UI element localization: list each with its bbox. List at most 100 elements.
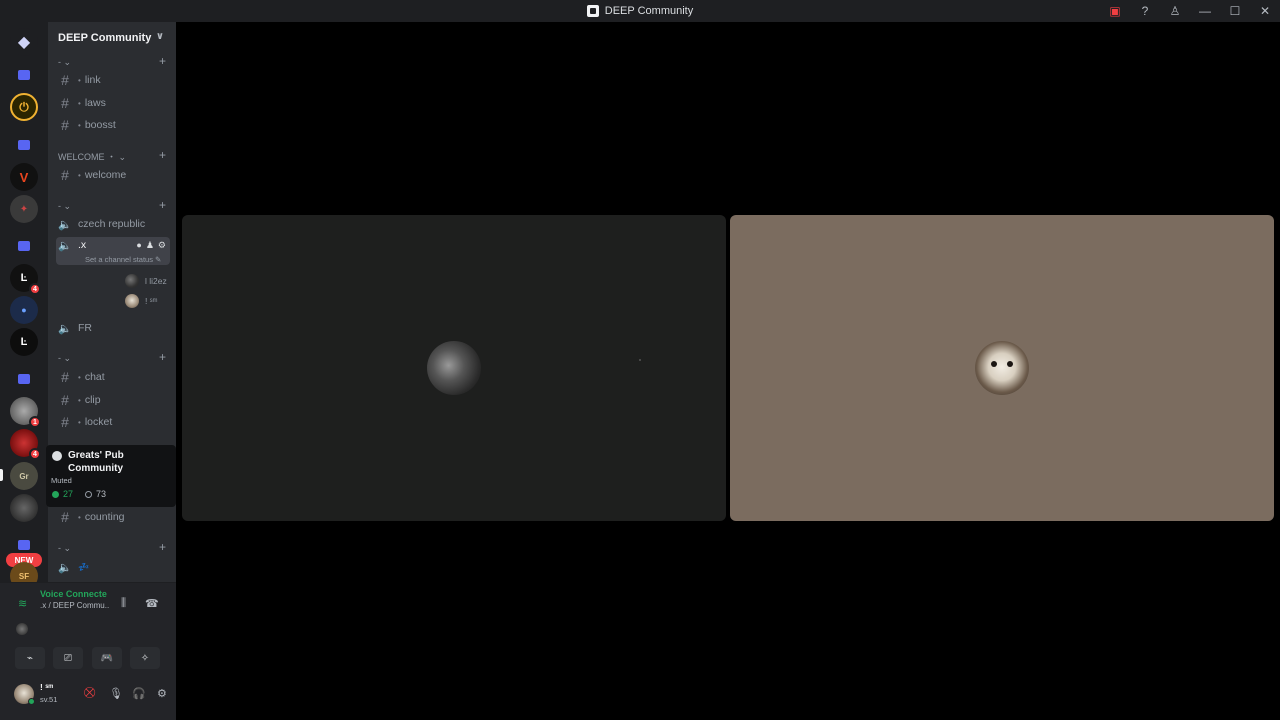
voice-channel-x[interactable]: 🔈 .x Set a channel status ✎ ● ♟ ⚙	[56, 237, 170, 265]
channel-welcome[interactable]: # • welcome	[56, 165, 170, 185]
add-channel-icon[interactable]: +	[159, 350, 166, 364]
chat-icon[interactable]: ●	[136, 240, 141, 251]
server-icon-anime[interactable]: 1	[10, 397, 41, 428]
channel-locket[interactable]: # • locket	[56, 412, 170, 432]
tooltip-online-count: 27	[63, 489, 74, 499]
voice-channel-fr[interactable]: 🔈 FR	[56, 318, 170, 338]
video-tile-user-2[interactable]	[730, 215, 1274, 521]
title-bar: DEEP Community ▣ ? ♙ — ☐ ✕	[0, 0, 1280, 22]
home-icon[interactable]: ◆	[10, 28, 38, 56]
disconnect-icon[interactable]: ☎	[145, 597, 159, 610]
dot-icon: •	[78, 512, 81, 522]
hash-icon: #	[61, 392, 69, 408]
server-icon-k[interactable]: Ŀ	[10, 328, 38, 356]
dot-icon: •	[78, 120, 81, 130]
hash-icon: #	[61, 369, 69, 385]
category-label: - ⌄	[58, 542, 72, 553]
channel-name: counting	[84, 511, 125, 523]
invite-icon[interactable]: ♟	[146, 240, 154, 251]
channel-name: FR	[78, 322, 92, 334]
mention-badge: 4	[29, 283, 41, 295]
inbox-icon[interactable]: ▣	[1100, 0, 1130, 22]
channel-status[interactable]: Set a channel status ✎	[85, 255, 161, 264]
guild-header[interactable]: DEEP Community ∨	[48, 22, 176, 54]
add-channel-icon[interactable]: +	[159, 198, 166, 212]
signal-icon[interactable]: ≋	[18, 597, 27, 610]
add-channel-icon[interactable]: +	[159, 148, 166, 162]
speaker-icon: 🔈	[58, 218, 72, 231]
voice-channel-zzz[interactable]: 🔈 💤	[56, 557, 170, 577]
voice-status[interactable]: Voice Connecte	[40, 589, 107, 599]
activity-button[interactable]: 🎮	[92, 647, 122, 669]
channel-link[interactable]: # • link	[56, 70, 170, 90]
server-folder-icon[interactable]	[18, 70, 30, 80]
server-icon-dark[interactable]	[10, 494, 38, 522]
server-icon-red[interactable]: 4	[10, 429, 41, 460]
screen-share-button[interactable]: ⎚	[53, 647, 83, 669]
gear-icon[interactable]: ⚙	[157, 687, 167, 700]
server-icon-blue[interactable]: ●	[10, 296, 38, 324]
server-glyph: Ŀ	[20, 272, 28, 284]
server-icon-emblem[interactable]: ✦	[10, 195, 38, 223]
speaker-icon: 🔈	[58, 561, 72, 574]
channel-name: link	[84, 74, 101, 86]
channel-counting[interactable]: # • counting	[56, 507, 170, 527]
tooltip-server-name: Greats' Pub Community	[68, 450, 124, 474]
category-header-welcome[interactable]: WELCOME ・ ⌄ +	[58, 148, 168, 163]
server-icon-lv[interactable]: Ŀ 4	[10, 264, 41, 295]
camera-off-button[interactable]: ⌁	[15, 647, 45, 669]
noise-suppression-icon[interactable]: ⫼	[121, 597, 126, 610]
maximize-button[interactable]: ☐	[1220, 0, 1250, 22]
help-icon[interactable]: ?	[1130, 0, 1160, 22]
dot-icon: •	[78, 98, 81, 108]
dot-icon: •	[78, 395, 81, 405]
add-channel-icon[interactable]: +	[159, 540, 166, 554]
tooltip-member-count: 73	[96, 489, 107, 499]
category-label: WELCOME ・ ⌄	[58, 151, 127, 162]
server-folder-icon[interactable]	[18, 374, 30, 384]
participant-avatar	[975, 341, 1029, 395]
minimize-button[interactable]: —	[1190, 0, 1220, 22]
voice-connected-panel: ≋ Voice Connecte .x / DEEP Commu... ⫼ ☎ …	[0, 582, 176, 674]
user-panel: ! ˢᵐ sv.51 ⛒ 🎙 🎧 ⚙	[0, 674, 176, 720]
voice-user[interactable]: ! ˢᵐ	[125, 293, 157, 309]
video-tile-user-1[interactable]	[182, 215, 726, 521]
hash-icon: #	[61, 509, 69, 525]
add-channel-icon[interactable]: +	[159, 54, 166, 68]
channel-name: welcome	[84, 169, 127, 181]
tooltip-stats: 27 73	[52, 489, 106, 499]
channel-laws[interactable]: # • laws	[56, 93, 170, 113]
close-button[interactable]: ✕	[1250, 0, 1280, 22]
category-header[interactable]: - ⌄ +	[58, 350, 168, 365]
channel-clip[interactable]: # • clip	[56, 390, 170, 410]
mention-badge: 1	[29, 416, 41, 428]
voice-stage	[176, 22, 1280, 720]
voice-user[interactable]: l li2ez	[125, 273, 167, 289]
microphone-icon[interactable]: 🎙	[109, 687, 123, 700]
user-name[interactable]: ! ˢᵐ	[40, 682, 53, 692]
category-header[interactable]: - ⌄ +	[58, 540, 168, 555]
hash-icon: #	[61, 117, 69, 133]
voice-user-name: l li2ez	[145, 276, 167, 286]
shop-icon[interactable]: ♙	[1160, 0, 1190, 22]
members-dot-icon	[85, 490, 93, 498]
category-header[interactable]: - ⌄ +	[58, 198, 168, 213]
category-header[interactable]: - ⌄ +	[58, 54, 168, 69]
server-icon-gold[interactable]: ⏻	[10, 93, 38, 121]
headphones-icon[interactable]: 🎧	[132, 687, 146, 700]
voice-channel-czech[interactable]: 🔈 czech republic	[56, 214, 170, 234]
server-folder-icon[interactable]	[18, 140, 30, 150]
server-tooltip: Greats' Pub Community Muted 27 73	[46, 445, 176, 507]
dot-icon: •	[78, 170, 81, 180]
server-icon-v[interactable]: V	[10, 163, 38, 191]
channel-chat[interactable]: # • chat	[56, 367, 170, 387]
channel-boosst[interactable]: # • boosst	[56, 115, 170, 135]
voice-channel-path[interactable]: .x / DEEP Commu...	[40, 601, 110, 610]
server-folder-icon[interactable]	[18, 540, 30, 550]
gear-icon[interactable]: ⚙	[158, 240, 166, 251]
server-icon-greats[interactable]: Gr	[10, 462, 38, 490]
camera-off-icon[interactable]: ⛒	[84, 687, 95, 700]
server-folder-icon[interactable]	[18, 241, 30, 251]
soundboard-button[interactable]: ✧	[130, 647, 160, 669]
channel-name: chat	[84, 371, 105, 383]
